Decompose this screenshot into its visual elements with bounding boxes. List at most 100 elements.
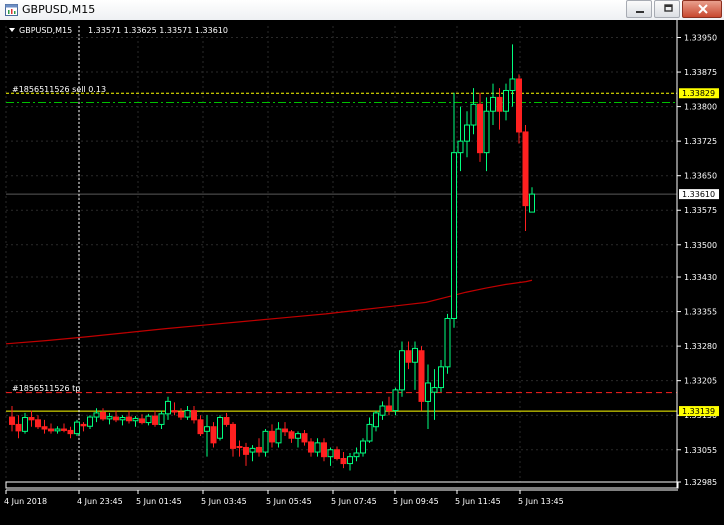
candle-body — [522, 131, 529, 207]
restore-icon — [664, 4, 673, 12]
candle-body — [269, 430, 275, 443]
candle-body — [490, 96, 496, 112]
candle-body — [340, 458, 347, 465]
candle-body — [80, 423, 87, 427]
candle-body — [262, 430, 269, 453]
restore-button[interactable] — [654, 0, 680, 18]
candle-body — [15, 423, 22, 432]
candle-body — [288, 431, 295, 439]
candle-body — [67, 429, 74, 435]
candle-body — [509, 78, 516, 91]
current-price-tag-text: 1.33610 — [682, 190, 715, 199]
price-tick-label: 1.33725 — [684, 137, 717, 146]
time-tick-label: 4 Jun 2018 — [4, 497, 47, 506]
candle-body — [282, 428, 288, 433]
candle-body — [236, 446, 243, 449]
candle-body — [113, 416, 119, 421]
candle-body — [301, 433, 308, 443]
candle-body — [158, 413, 165, 425]
candle-body — [100, 411, 106, 420]
candle-body — [503, 89, 509, 112]
candle-body — [334, 449, 340, 460]
candle-body — [392, 389, 399, 412]
candle-body — [483, 110, 490, 154]
chart-area[interactable]: GBPUSD,M15 1.33571 1.33625 1.33571 1.336… — [0, 20, 724, 525]
time-tick-label: 5 Jun 13:45 — [518, 497, 564, 506]
chart-window-icon — [5, 4, 18, 16]
candle-body — [425, 382, 431, 402]
header-collapse-icon[interactable] — [9, 28, 15, 32]
time-tick-label: 5 Jun 11:45 — [455, 497, 501, 506]
candle-body — [204, 426, 210, 432]
candle-body — [321, 442, 327, 458]
candle-body — [444, 317, 451, 368]
price-tick-label: 1.33950 — [684, 34, 717, 43]
candle-body — [399, 350, 405, 391]
candle-body — [210, 426, 217, 444]
candle-body — [275, 428, 282, 444]
price-tick-label: 1.33055 — [684, 446, 717, 455]
candle-body — [347, 456, 353, 465]
candle-body — [165, 400, 171, 415]
candle-body — [496, 96, 503, 112]
sell-price-tag-text: 1.33829 — [682, 89, 715, 98]
candle-body — [87, 416, 93, 427]
candle-body — [431, 387, 438, 393]
price-tick-label: 1.33800 — [684, 103, 717, 112]
candle-body — [327, 449, 334, 458]
candle-body — [418, 350, 425, 402]
time-tick-label: 5 Jun 01:45 — [136, 497, 182, 506]
time-tick-label: 5 Jun 07:45 — [331, 497, 377, 506]
sell-price-tag: 1.33829 — [679, 88, 719, 99]
candle-body — [22, 417, 28, 432]
candle-body — [256, 446, 262, 453]
price-tick-label: 1.33205 — [684, 377, 717, 386]
candle-body — [139, 418, 145, 424]
close-button[interactable] — [682, 0, 722, 18]
chart-grid — [5, 26, 677, 483]
candle-body — [132, 417, 139, 422]
candle-body — [243, 446, 249, 455]
chart-ohlc: 1.33571 1.33625 1.33571 1.33610 — [88, 26, 228, 35]
candle-body — [451, 152, 457, 319]
price-chart[interactable]: GBPUSD,M15 1.33571 1.33625 1.33571 1.336… — [0, 20, 724, 525]
candle-body — [145, 415, 152, 424]
candle-body — [308, 441, 314, 453]
candle-body — [191, 410, 197, 421]
horizontal-scroll-track[interactable] — [5, 481, 679, 489]
window-titlebar[interactable]: GBPUSD,M15 — [0, 0, 724, 21]
candle-body — [106, 416, 113, 420]
candle-body — [119, 417, 126, 421]
candle-body — [217, 417, 223, 439]
price-tick-label: 1.32985 — [684, 478, 717, 487]
close-icon — [698, 4, 708, 14]
tp-price-tag: 1.33139 — [679, 406, 719, 417]
candle-body — [386, 405, 392, 412]
candle-body — [28, 417, 35, 421]
candle-body — [438, 366, 444, 389]
candle-body — [178, 411, 184, 418]
candle-body — [373, 412, 379, 428]
candle-body — [184, 410, 191, 418]
candle-body — [35, 419, 41, 428]
candle-body — [379, 405, 386, 416]
candle-body — [126, 416, 132, 422]
time-tick-label: 4 Jun 23:45 — [77, 497, 123, 506]
price-tick-label: 1.33650 — [684, 172, 717, 181]
candle-body — [314, 442, 321, 453]
minimize-button[interactable] — [626, 0, 652, 18]
tp-price-tag-text: 1.33139 — [682, 407, 715, 416]
candle-body — [360, 440, 366, 454]
time-tick-label: 5 Jun 03:45 — [201, 497, 247, 506]
candle-body — [529, 193, 535, 213]
time-tick-label: 5 Jun 09:45 — [393, 497, 439, 506]
current-price-tag: 1.33610 — [679, 189, 719, 200]
candle-body — [9, 416, 15, 425]
candle-body — [93, 412, 100, 418]
candle-body — [353, 452, 360, 458]
candle-body — [249, 447, 256, 453]
candle-body — [412, 347, 418, 363]
minimize-icon — [636, 11, 644, 13]
time-axis[interactable]: 4 Jun 2018 4 Jun 23:45 5 Jun 01:45 5 Jun 03… — [4, 490, 564, 506]
candle-body — [61, 428, 67, 431]
